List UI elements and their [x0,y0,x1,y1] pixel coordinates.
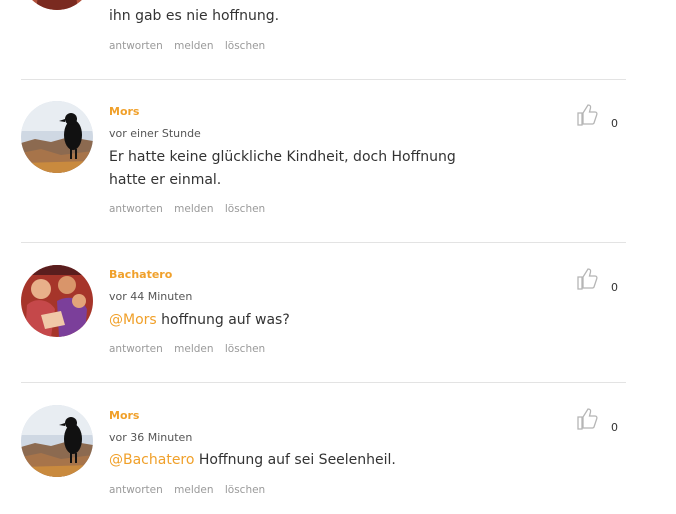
comment-actions: antworten melden löschen [109,40,273,52]
divider [21,242,626,243]
comment-text: @Bachatero Hoffnung auf sei Seelenheil. [109,449,489,472]
comment-text: Er hatte keine glückliche Kindheit, doch… [109,149,456,188]
like-count: 0 [611,117,618,130]
thumbs-up-icon[interactable] [575,267,599,291]
delete-link[interactable]: löschen [225,203,265,215]
comment-time: vor einer Stunde [109,127,201,140]
user-mention-link[interactable]: @Bachatero [109,452,194,468]
reply-link[interactable]: antworten [109,203,163,215]
thumbs-up-icon[interactable] [575,407,599,431]
thumbs-up-icon[interactable] [575,103,599,127]
comment-text: ihn gab es nie hoffnung. [109,8,280,24]
divider [21,382,626,383]
comment-author[interactable]: Mors [109,409,139,422]
avatar[interactable] [21,101,93,173]
user-mention-link[interactable]: @Mors [109,312,157,328]
delete-link[interactable]: löschen [225,343,265,355]
comment-author[interactable]: Mors [109,105,139,118]
reply-link[interactable]: antworten [109,343,163,355]
like-count: 0 [611,421,618,434]
report-link[interactable]: melden [174,343,213,355]
comment-text: @Mors hoffnung auf was? [109,309,489,332]
delete-link[interactable]: löschen [225,484,265,496]
report-link[interactable]: melden [174,40,213,52]
avatar[interactable] [21,265,93,337]
divider [21,79,626,80]
comment-body: hoffnung auf was? [156,312,290,328]
report-link[interactable]: melden [174,203,213,215]
comment-time: vor 44 Minuten [109,290,193,303]
avatar[interactable] [21,405,93,477]
comment-actions: antworten melden löschen [109,203,273,215]
reply-link[interactable]: antworten [109,484,163,496]
comment-time: vor 36 Minuten [109,431,193,444]
like-count: 0 [611,281,618,294]
comment-actions: antworten melden löschen [109,343,273,355]
report-link[interactable]: melden [174,484,213,496]
comment-body: Hoffnung auf sei Seelenheil. [194,452,396,468]
comment-actions: antworten melden löschen [109,484,273,496]
delete-link[interactable]: löschen [225,40,265,52]
avatar[interactable] [21,0,93,10]
reply-link[interactable]: antworten [109,40,163,52]
comment-author[interactable]: Bachatero [109,268,172,281]
